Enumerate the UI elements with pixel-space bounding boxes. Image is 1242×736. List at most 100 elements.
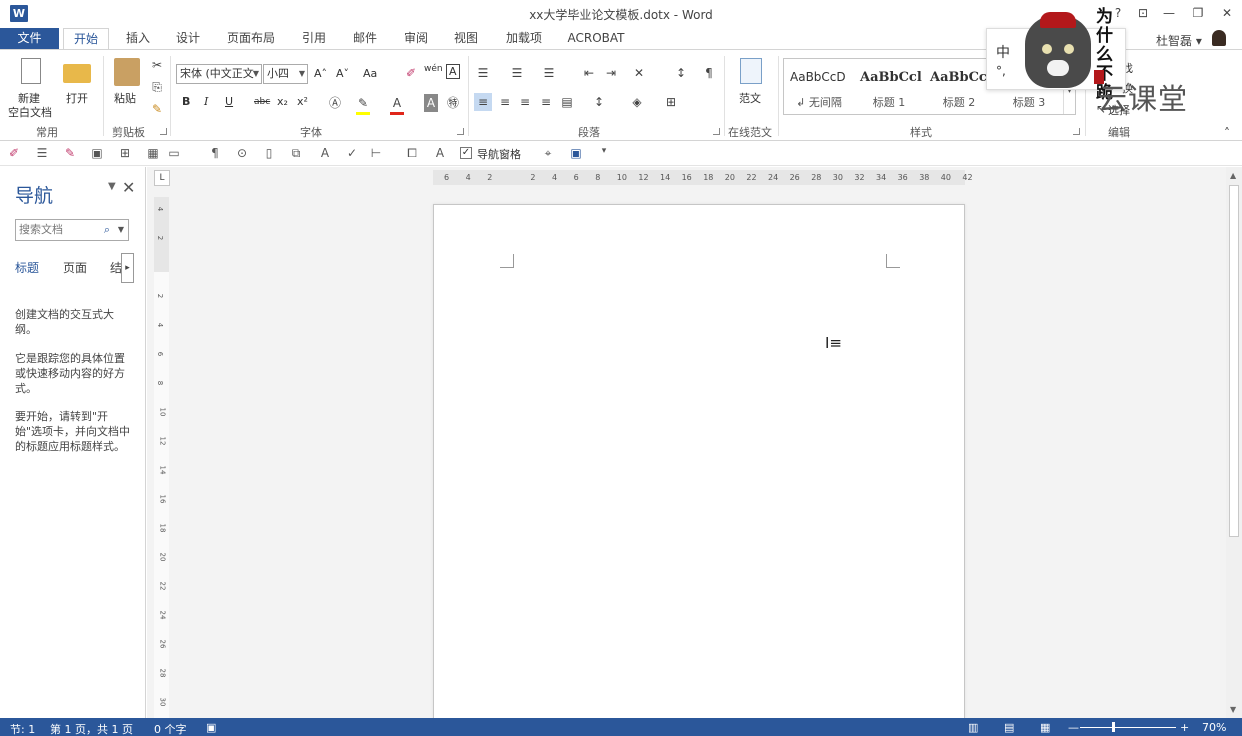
save-icon[interactable]: ▣ <box>568 146 584 160</box>
character-border-icon[interactable]: A <box>446 64 460 79</box>
styles-launcher-icon[interactable] <box>1073 128 1080 135</box>
structure-icon[interactable]: ⊞ <box>117 146 133 160</box>
tab-home[interactable]: 开始 <box>63 28 109 50</box>
page-icon[interactable]: ▣ <box>89 146 105 160</box>
style-heading-1[interactable]: AaBbCcl 标题 1 <box>854 59 924 114</box>
frame-icon[interactable]: ▭ <box>166 146 182 160</box>
zoom-level[interactable]: 70% <box>1202 721 1226 734</box>
font-name-combo[interactable]: 宋体 (中文正文 ▼ <box>176 64 262 84</box>
borders-icon[interactable]: ⊞ <box>662 93 680 111</box>
scroll-down-icon[interactable]: ▼ <box>1230 705 1236 714</box>
superscript-button[interactable]: x² <box>297 95 308 108</box>
nav-tab-scroll-button[interactable]: ▸ <box>121 253 134 283</box>
scroll-up-icon[interactable]: ▲ <box>1230 171 1236 180</box>
decrease-indent-icon[interactable]: ⇤ <box>580 64 598 82</box>
tab-design[interactable]: 设计 <box>168 28 208 50</box>
template-icon[interactable] <box>740 58 762 84</box>
justify-icon[interactable]: ≡ <box>537 93 555 111</box>
search-icon[interactable]: ⌕ <box>104 220 110 240</box>
nav-tab-pages[interactable]: 页面 <box>63 259 87 276</box>
change-case-icon[interactable]: Aa <box>363 67 377 80</box>
increase-indent-icon[interactable]: ⇥ <box>602 64 620 82</box>
layout-icon[interactable]: ⧉ <box>288 146 304 161</box>
align-left-icon[interactable]: ≡ <box>474 93 492 111</box>
zoom-slider[interactable] <box>1080 727 1176 728</box>
nav-tab-headings[interactable]: 标题 <box>15 259 39 276</box>
tab-page-layout[interactable]: 页面布局 <box>220 28 282 50</box>
paste-button[interactable]: 粘贴 <box>114 90 136 106</box>
proofing-icon[interactable]: ▣ <box>206 721 216 734</box>
pin-icon[interactable]: ⌖ <box>540 146 556 161</box>
ime-mode-label[interactable]: 中 <box>996 42 1010 62</box>
style-heading-2[interactable]: AaBbCcl 标题 2 <box>924 59 994 114</box>
copy-icon[interactable]: ⎘ <box>148 78 166 96</box>
font-color-icon[interactable]: A <box>390 94 404 115</box>
new-document-icon[interactable] <box>21 58 41 84</box>
document-page[interactable] <box>433 204 965 718</box>
character-shading-icon[interactable]: A <box>424 94 438 112</box>
scrollbar-thumb[interactable] <box>1229 185 1239 537</box>
font-launcher-icon[interactable] <box>457 128 464 135</box>
underline-button[interactable]: U <box>225 95 233 108</box>
document-icon[interactable]: ▯ <box>261 146 277 160</box>
grow-font-icon[interactable]: A˄ <box>314 67 327 80</box>
distributed-icon[interactable]: ▤ <box>558 93 576 111</box>
strikethrough-button[interactable]: abc <box>254 97 270 107</box>
cut-icon[interactable]: ✂ <box>148 56 166 74</box>
multilevel-list-icon[interactable]: ☰ <box>540 64 558 82</box>
list-icon[interactable]: ☰ <box>34 146 50 160</box>
chevron-down-icon[interactable]: ▼ <box>118 220 124 240</box>
page-indicator[interactable]: 第 1 页，共 1 页 <box>50 721 133 736</box>
restore-icon[interactable]: ❐ <box>1186 4 1210 22</box>
align-right-icon[interactable]: ≡ <box>516 93 534 111</box>
text-a-icon[interactable]: A <box>317 146 333 160</box>
vertical-scrollbar[interactable]: ▲ ▼ <box>1226 167 1242 718</box>
phonetic-guide-icon[interactable]: wén <box>424 64 443 74</box>
enclose-char-icon[interactable]: ㊕ <box>444 94 462 112</box>
customize-toolbar-icon[interactable]: ▾ <box>596 146 612 156</box>
style-no-spacing[interactable]: AaBbCcD ↲ 无间隔 <box>784 59 854 114</box>
collapse-ribbon-icon[interactable]: ˄ <box>1218 124 1236 142</box>
nav-pane-close-icon[interactable]: ✕ <box>122 178 135 197</box>
nav-pane-checkbox[interactable]: ✓ <box>460 147 472 159</box>
ribbon-display-icon[interactable]: ⊡ <box>1131 4 1155 22</box>
user-name[interactable]: 杜智磊 ▾ <box>1156 32 1202 49</box>
table-icon[interactable]: ▦ <box>145 146 161 160</box>
tab-references[interactable]: 引用 <box>294 28 334 50</box>
tab-view[interactable]: 视图 <box>446 28 486 50</box>
minimize-icon[interactable]: — <box>1157 4 1181 22</box>
tab-file[interactable]: 文件 <box>0 28 59 50</box>
avatar[interactable] <box>1212 30 1226 46</box>
web-layout-icon[interactable]: ▦ <box>1040 721 1050 734</box>
word-count[interactable]: 0 个字 <box>154 721 187 736</box>
show-marks-icon[interactable]: ¶ <box>700 64 718 82</box>
search-input[interactable]: 搜索文档 ⌕ ▼ <box>15 219 129 241</box>
open-button[interactable]: 打开 <box>66 90 88 106</box>
zoom-out-icon[interactable]: — <box>1068 721 1079 734</box>
shading-icon[interactable]: ◈ <box>628 93 646 111</box>
asian-layout-icon[interactable]: ✕ <box>630 64 648 82</box>
new-blank-label-2[interactable]: 空白文档 <box>8 104 52 120</box>
clear-format-icon[interactable]: ✐ <box>402 64 420 82</box>
zoom-slider-thumb[interactable] <box>1112 722 1115 732</box>
horizontal-ruler[interactable]: 6 4 2 2 4 6 8 10 12 14 16 18 20 22 24 26 28 30 32 34 36 38 40 4… <box>433 170 973 185</box>
document-area[interactable]: L 6 4 2 2 4 6 8 10 12 14 16 18 20 22 24 26 28 30 32 34 36 38 4… <box>147 167 1226 718</box>
line-spacing-icon[interactable]: ↕ <box>590 93 608 111</box>
margins-icon[interactable]: ⊢ <box>368 146 384 160</box>
paragraph-launcher-icon[interactable] <box>713 128 720 135</box>
tab-mailings[interactable]: 邮件 <box>345 28 385 50</box>
eraser-icon[interactable]: ✐ <box>6 146 22 160</box>
nav-pane-menu-icon[interactable]: ▼ <box>108 181 116 192</box>
sort-icon[interactable]: ↕ <box>672 64 690 82</box>
nav-pane-label[interactable]: 导航窗格 <box>477 146 521 162</box>
preview-icon[interactable]: ⊙ <box>234 146 250 160</box>
paste-icon[interactable] <box>114 58 140 86</box>
section-indicator[interactable]: 节: 1 <box>10 721 35 736</box>
format-painter-icon[interactable]: ✎ <box>148 100 166 118</box>
open-folder-icon[interactable] <box>63 64 91 83</box>
ime-punct-label[interactable]: °, <box>996 64 1006 78</box>
close-icon[interactable]: ✕ <box>1215 4 1239 22</box>
tab-insert[interactable]: 插入 <box>118 28 158 50</box>
read-mode-icon[interactable]: ▥ <box>968 721 978 734</box>
shrink-font-icon[interactable]: A˅ <box>336 67 349 80</box>
